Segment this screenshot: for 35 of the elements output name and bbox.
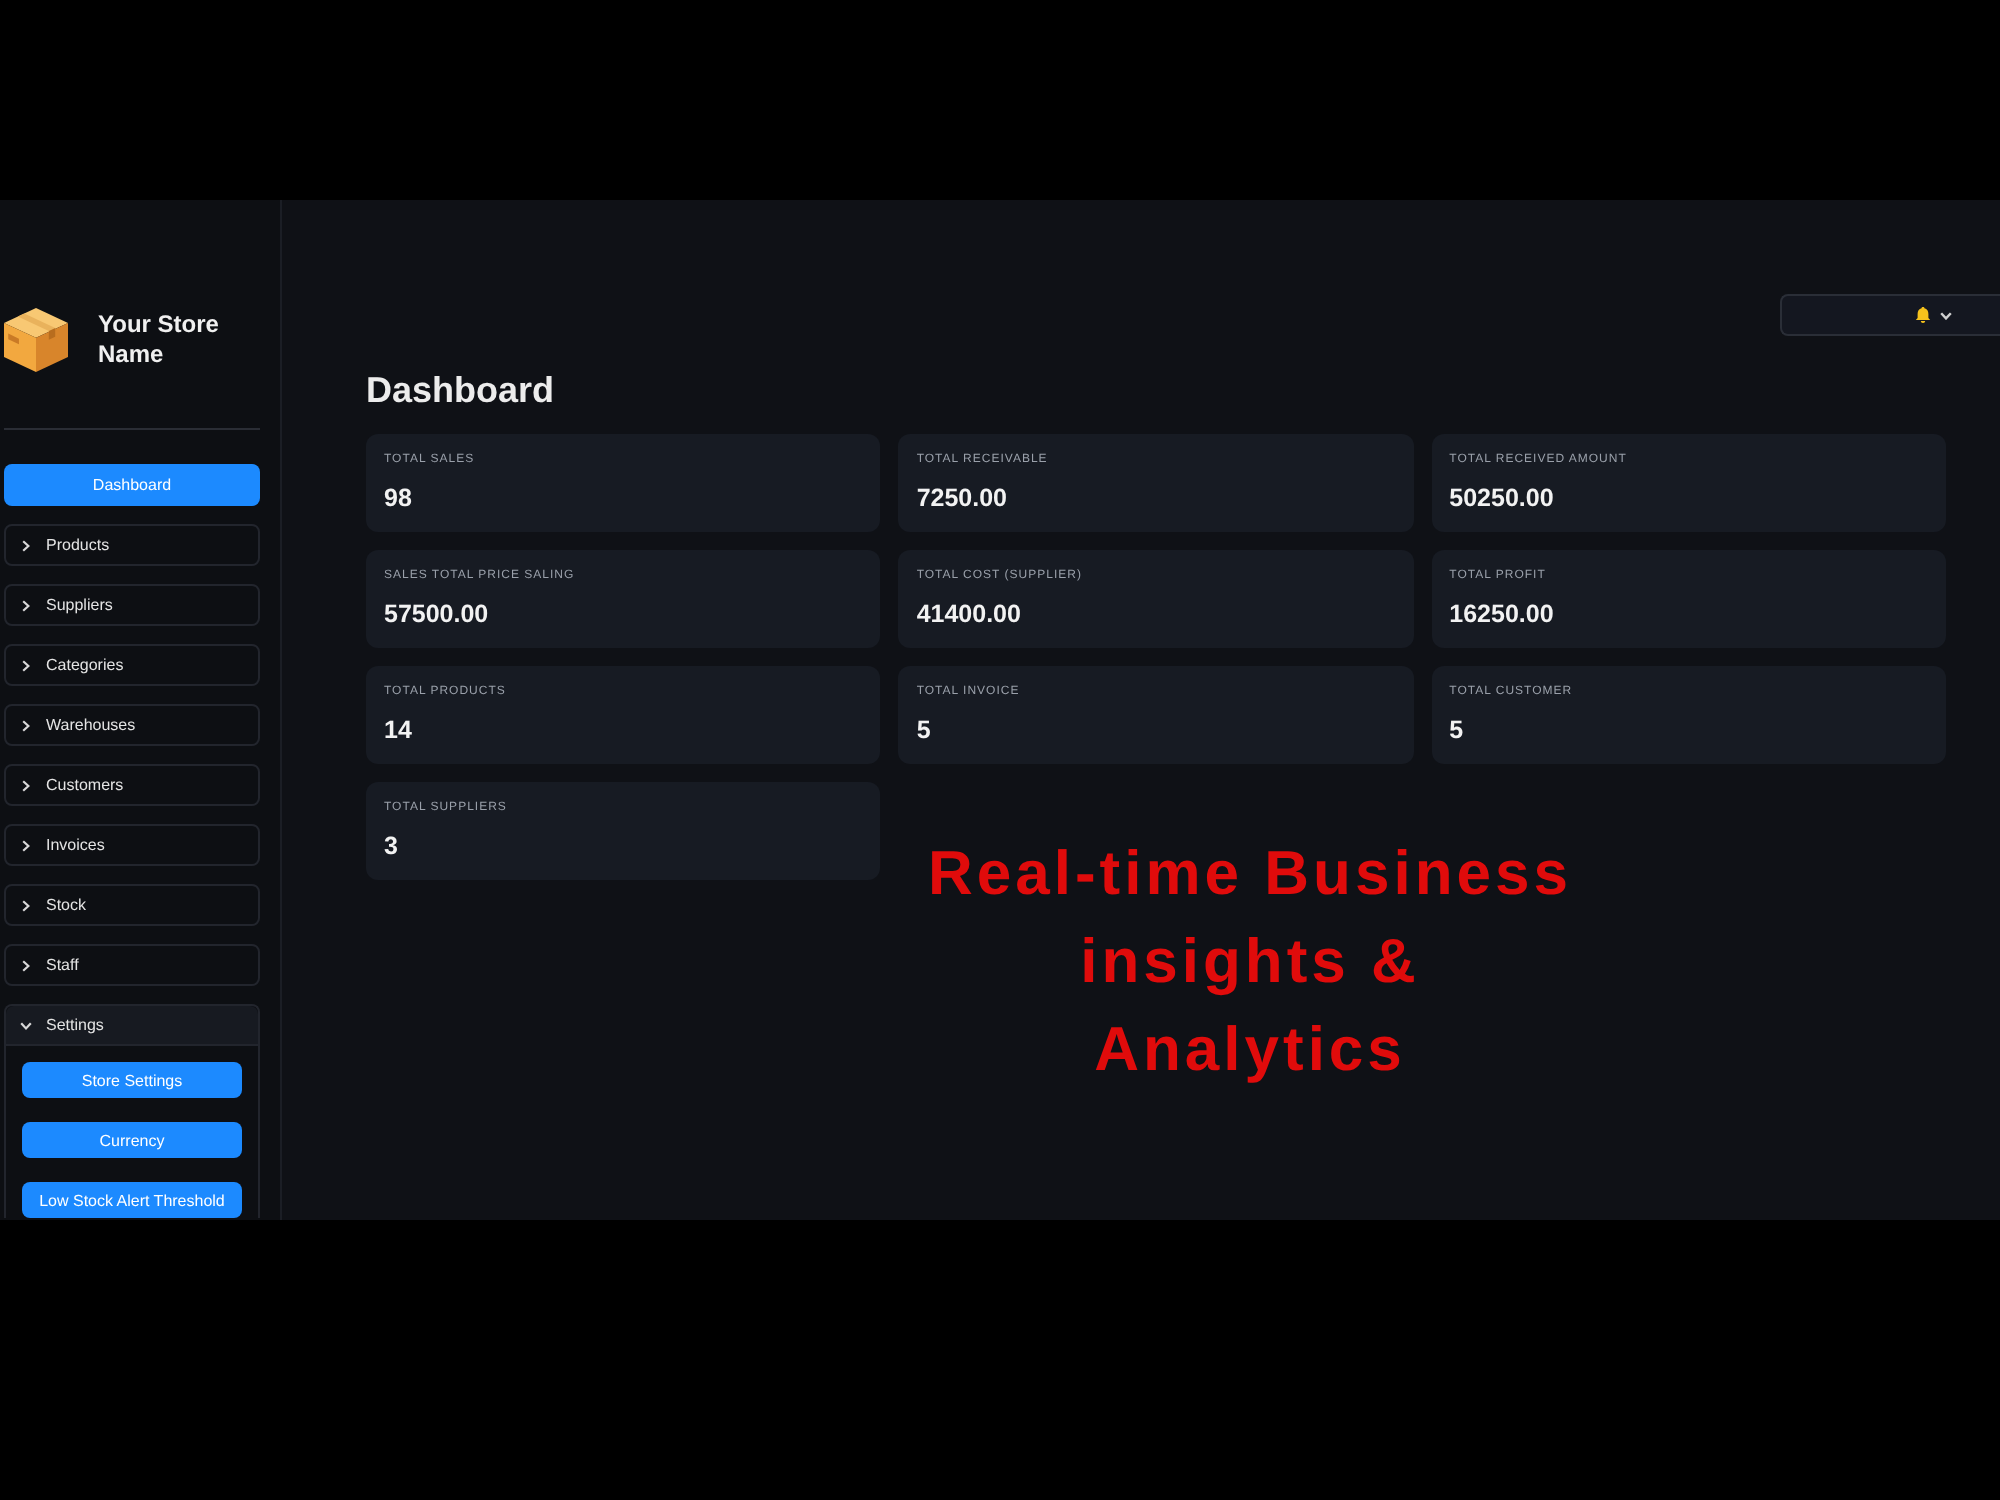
metric-value: 5 <box>916 716 931 746</box>
expander-header[interactable]: Settings <box>6 1006 258 1046</box>
store-name: Your Store Name <box>98 310 221 370</box>
notifications-dropdown[interactable] <box>1780 294 2000 336</box>
page-title: Dashboard <box>366 368 557 412</box>
metric-value: 7250.00 <box>916 484 1008 514</box>
chevron-right-icon <box>22 659 30 671</box>
expander-header[interactable]: Products <box>4 524 260 566</box>
metric-value: 16250.00 <box>1449 600 1554 630</box>
metric-value: 41400.00 <box>916 600 1021 630</box>
metric-value: 5 <box>1449 716 1464 746</box>
expander-header[interactable]: Staff <box>4 944 260 986</box>
bell-icon <box>1914 306 1932 324</box>
expander-header[interactable]: Customers <box>4 764 260 806</box>
metric-value: 50250.00 <box>1449 484 1554 514</box>
chevron-right-icon <box>22 899 30 911</box>
metric-value: 14 <box>384 716 412 746</box>
metric-value: 57500.00 <box>384 600 489 630</box>
chevron-down-icon <box>20 1021 32 1029</box>
chevron-right-icon <box>22 839 30 851</box>
expander-header[interactable]: Suppliers <box>4 584 260 626</box>
expander-header[interactable]: Warehouses <box>4 704 260 746</box>
cardboard-box-icon <box>4 308 68 372</box>
chevron-right-icon <box>22 719 30 731</box>
expander-header[interactable]: Categories <box>4 644 260 686</box>
chevron-right-icon <box>22 599 30 611</box>
metric-value: 3 <box>384 832 398 862</box>
expander-header[interactable]: Invoices <box>4 824 260 866</box>
chevron-right-icon <box>22 779 30 791</box>
chevron-down-icon <box>1940 311 1952 319</box>
chevron-right-icon <box>22 959 30 971</box>
chevron-right-icon <box>22 539 30 551</box>
metric-value: 98 <box>384 484 412 514</box>
expander-header[interactable]: Stock <box>4 884 260 926</box>
promo-caption: Real-time Business insights & Analytics <box>926 836 1574 1088</box>
